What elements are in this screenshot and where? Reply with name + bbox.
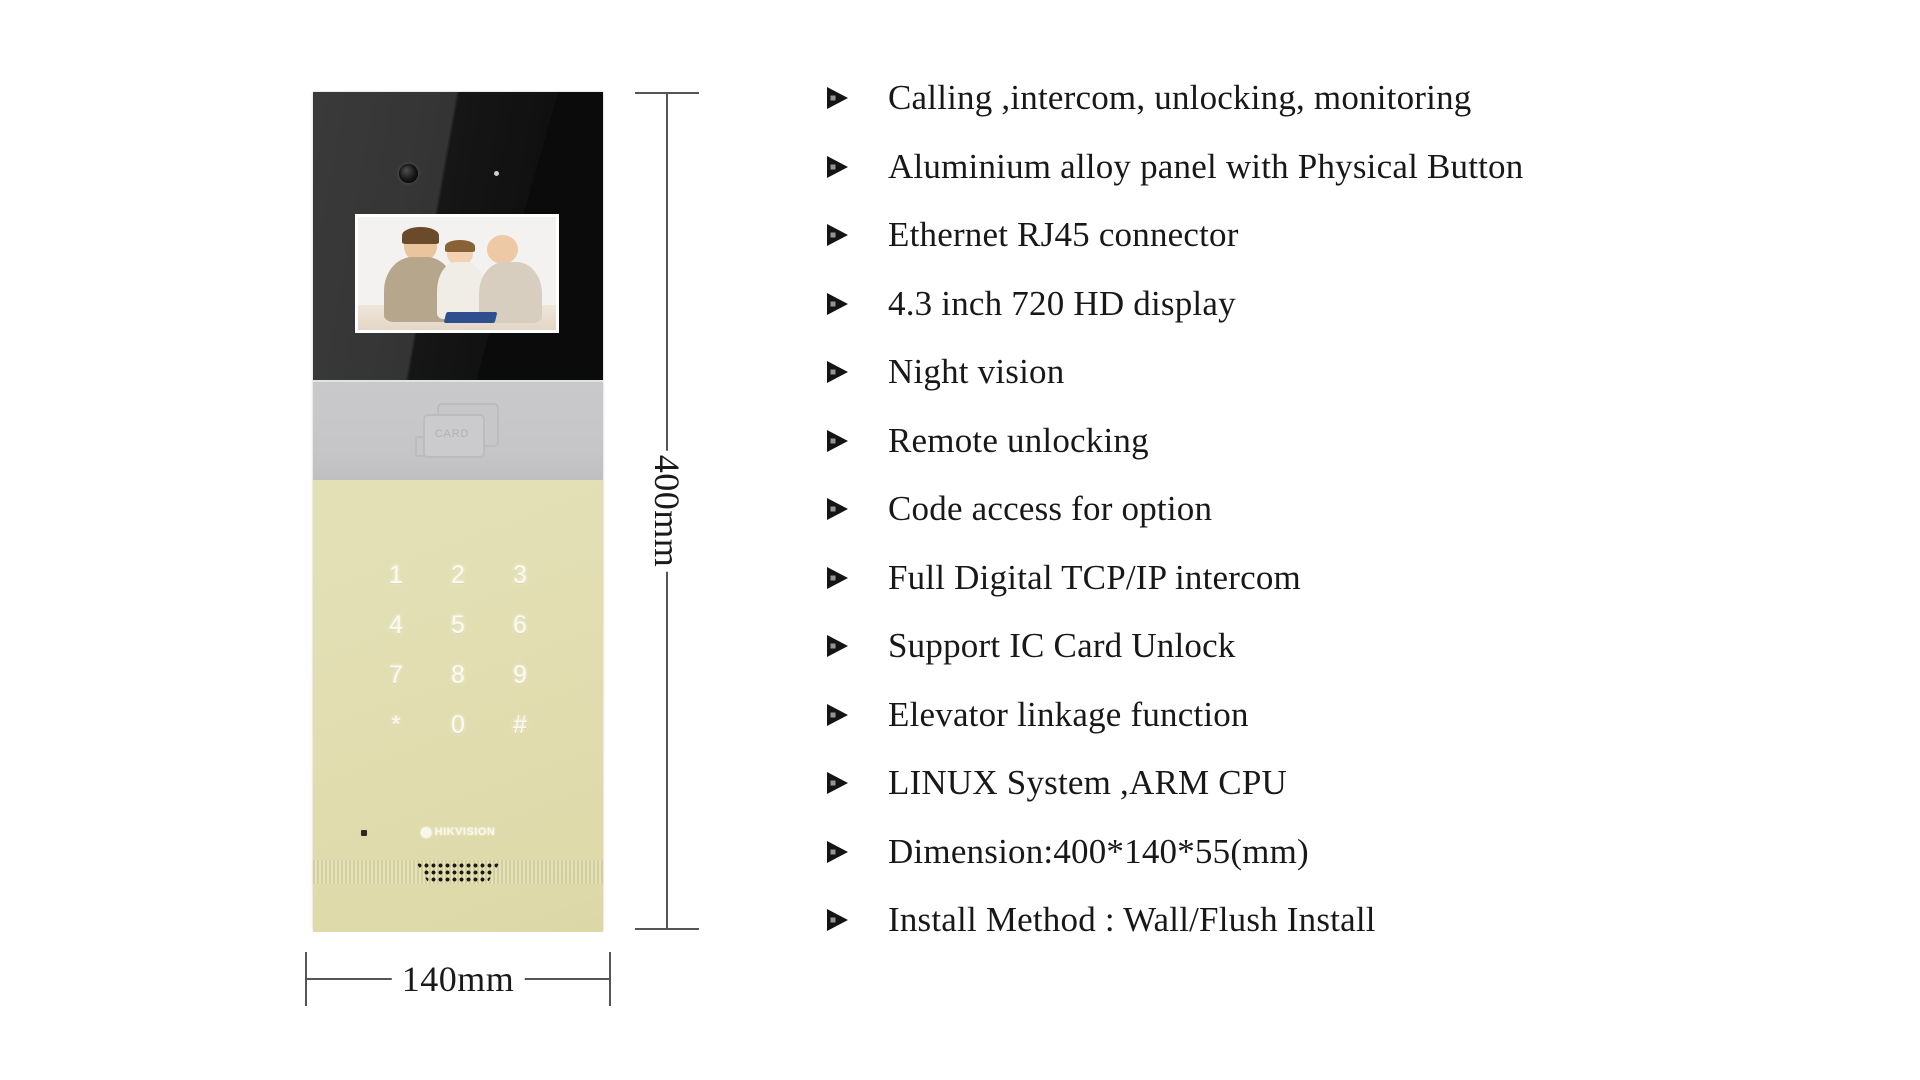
feature-label: LINUX System ,ARM CPU bbox=[888, 763, 1287, 802]
feature-label: Elevator linkage function bbox=[888, 694, 1249, 734]
list-item: Night vision bbox=[820, 338, 1900, 407]
card-reader-label: CARD bbox=[434, 428, 470, 440]
width-dimension-callout: 140mm bbox=[305, 952, 611, 1006]
list-item: Support IC Card Unlock bbox=[820, 612, 1900, 681]
scene-tablet-object bbox=[443, 311, 498, 324]
feature-list: Calling ,intercom, unlocking, monitoring… bbox=[820, 64, 1900, 955]
list-item: Ethernet RJ45 connector bbox=[820, 201, 1900, 270]
height-dimension-label: 400mm bbox=[640, 450, 694, 572]
keypad-key-star[interactable]: * bbox=[391, 711, 401, 740]
reset-pinhole-icon bbox=[361, 830, 367, 836]
feature-label: Remote unlocking bbox=[888, 420, 1149, 460]
triangle-right-icon bbox=[820, 565, 854, 591]
brand-logo: HIKVISION bbox=[420, 826, 496, 838]
feature-label: Night vision bbox=[888, 352, 1065, 391]
height-dimension-cap-bottom bbox=[635, 928, 699, 930]
width-dimension-label: 140mm bbox=[391, 956, 525, 1002]
triangle-right-icon bbox=[820, 85, 854, 111]
list-item: Full Digital TCP/IP intercom bbox=[820, 544, 1900, 613]
list-item: Code access for option bbox=[820, 475, 1900, 544]
list-item: 4.3 inch 720 HD display bbox=[820, 270, 1900, 339]
scene-person-father-hair bbox=[401, 227, 440, 245]
keypad-key-7[interactable]: 7 bbox=[389, 661, 403, 690]
scene-person-mother-head bbox=[486, 235, 519, 265]
height-dimension-cap-top bbox=[635, 92, 699, 94]
brand-mark-icon bbox=[420, 826, 432, 838]
height-dimension-callout: 400mm bbox=[635, 92, 699, 930]
speaker-grille-icon bbox=[416, 862, 500, 882]
list-item: Install Method : Wall/Flush Install bbox=[820, 886, 1900, 955]
camera-lens-icon bbox=[399, 164, 418, 183]
keypad-key-4[interactable]: 4 bbox=[389, 611, 403, 640]
feature-label: Aluminium alloy panel with Physical Butt… bbox=[888, 146, 1524, 186]
keypad-key-6[interactable]: 6 bbox=[513, 611, 527, 640]
list-item: Elevator linkage function bbox=[820, 681, 1900, 750]
keypad-key-9[interactable]: 9 bbox=[513, 661, 527, 690]
triangle-right-icon bbox=[820, 291, 854, 317]
ic-card-reader-panel: CARD bbox=[313, 380, 603, 480]
brand-name-label: HIKVISION bbox=[434, 826, 496, 838]
keypad-key-8[interactable]: 8 bbox=[451, 661, 465, 690]
lcd-display-frame bbox=[355, 214, 559, 333]
list-item: Calling ,intercom, unlocking, monitoring bbox=[820, 64, 1900, 133]
scene-person-baby-body bbox=[437, 262, 485, 319]
product-illustration-panel: CARD 1 2 3 4 5 6 7 8 9 * 0 # HIKVISION 4… bbox=[0, 0, 820, 1080]
list-item: LINUX System ,ARM CPU bbox=[820, 749, 1900, 818]
triangle-right-icon bbox=[820, 428, 854, 454]
card-icon: CARD bbox=[415, 403, 501, 459]
width-dimension-cap-left bbox=[305, 952, 307, 1006]
triangle-right-icon bbox=[820, 222, 854, 248]
keypad-key-2[interactable]: 2 bbox=[451, 561, 465, 590]
feature-label: 4.3 inch 720 HD display bbox=[888, 283, 1236, 323]
feature-label: Code access for option bbox=[888, 489, 1213, 528]
triangle-right-icon bbox=[820, 154, 854, 180]
feature-label: Full Digital TCP/IP intercom bbox=[888, 557, 1301, 597]
keypad-key-1[interactable]: 1 bbox=[389, 561, 403, 590]
feature-label: Ethernet RJ45 connector bbox=[888, 215, 1239, 254]
triangle-right-icon bbox=[820, 496, 854, 522]
lcd-display-screen bbox=[358, 217, 556, 330]
keypad-key-5[interactable]: 5 bbox=[451, 611, 465, 640]
keypad-key-3[interactable]: 3 bbox=[513, 561, 527, 590]
triangle-right-icon bbox=[820, 702, 854, 728]
triangle-right-icon bbox=[820, 770, 854, 796]
feature-label: Calling ,intercom, unlocking, monitoring bbox=[888, 78, 1472, 117]
ir-led-indicator-icon bbox=[494, 171, 499, 176]
triangle-right-icon bbox=[820, 839, 854, 865]
keypad-key-0[interactable]: 0 bbox=[451, 711, 465, 740]
triangle-right-icon bbox=[820, 359, 854, 385]
triangle-right-icon bbox=[820, 907, 854, 933]
list-item: Remote unlocking bbox=[820, 407, 1900, 476]
numeric-keypad[interactable]: 1 2 3 4 5 6 7 8 9 * 0 # bbox=[365, 550, 551, 750]
scene-person-baby-hair bbox=[445, 239, 475, 253]
aluminium-keypad-panel: 1 2 3 4 5 6 7 8 9 * 0 # HIKVISION bbox=[313, 480, 603, 932]
keypad-key-hash[interactable]: # bbox=[513, 711, 527, 740]
triangle-right-icon bbox=[820, 633, 854, 659]
door-station-device: CARD 1 2 3 4 5 6 7 8 9 * 0 # HIKVISION bbox=[313, 92, 603, 932]
list-item: Dimension:400*140*55(mm) bbox=[820, 818, 1900, 887]
width-dimension-cap-right bbox=[609, 952, 611, 1006]
list-item: Aluminium alloy panel with Physical Butt… bbox=[820, 133, 1900, 202]
feature-label: Support IC Card Unlock bbox=[888, 626, 1236, 665]
feature-label: Dimension:400*140*55(mm) bbox=[888, 831, 1309, 871]
feature-label: Install Method : Wall/Flush Install bbox=[888, 900, 1376, 939]
